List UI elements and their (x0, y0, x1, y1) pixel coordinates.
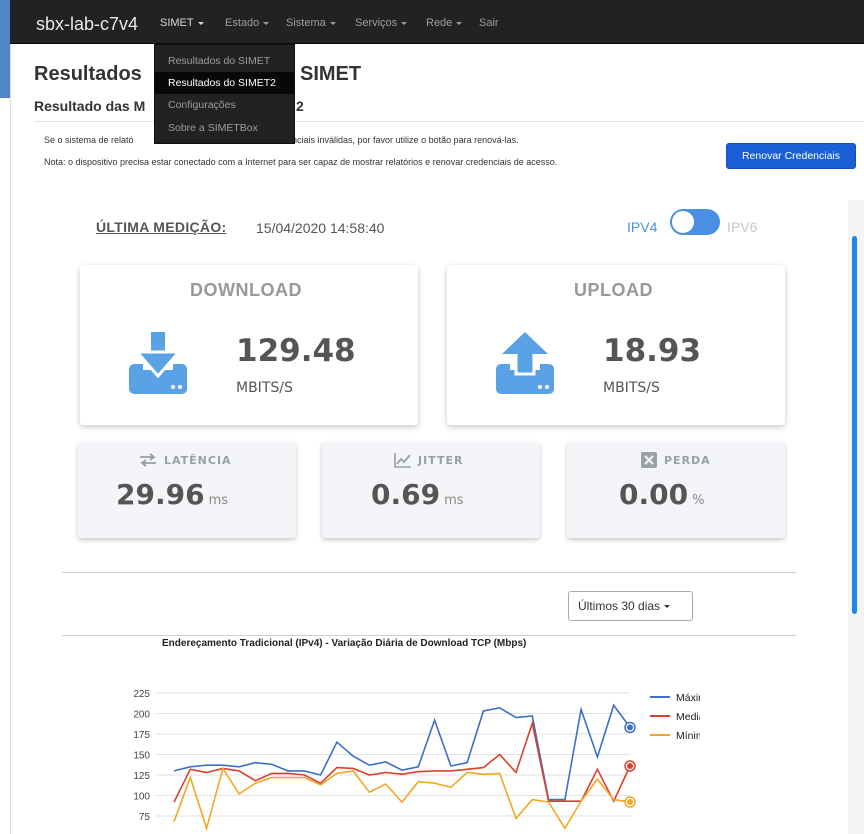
latency-card: LATÊNCIA 29.96 ms (78, 442, 296, 538)
latency-unit: ms (208, 493, 229, 508)
last-measurement-date: 15/04/2020 14:58:40 (256, 220, 385, 236)
download-variation-chart: 225 200 175 150 125 100 75 Máxima Mediana Mínima (133, 689, 700, 832)
nav-estado-label: Estado (225, 17, 260, 29)
jitter-card: JITTER 0.69 ms (322, 442, 540, 538)
upload-card: UPLOAD 18.93 MBITS/S (447, 265, 785, 425)
nav-simet-label: SIMET (160, 17, 194, 29)
jitter-value: 0.69 (371, 478, 441, 511)
menu-item-simet2-results[interactable]: Resultados do SIMET2 (155, 72, 294, 94)
y-tick-label: 225 (133, 689, 150, 700)
nav-sistema-label: Sistema (286, 17, 326, 29)
latency-title: LATÊNCIA (164, 454, 232, 467)
chart-title: Endereçamento Tradicional (IPv4) - Varia… (162, 638, 527, 649)
series-line (173, 720, 631, 804)
exchange-arrows-icon (140, 453, 156, 467)
jitter-unit: ms (444, 493, 464, 508)
upload-unit: MBITS/S (603, 380, 660, 396)
download-value: 129.48 (236, 333, 356, 369)
loss-unit: % (692, 493, 705, 508)
section-divider-2 (62, 635, 796, 636)
loss-title: PERDA (664, 454, 711, 467)
loss-value: 0.00 (619, 478, 689, 511)
page-subtitle-suffix: 2 (296, 98, 304, 114)
chevron-down-icon (263, 21, 270, 25)
brand-title[interactable]: sbx-lab-c7v4 (36, 14, 138, 35)
legend-label: Máxima (676, 692, 700, 704)
y-tick-label: 200 (133, 710, 150, 721)
last-measurement-label-text: ÚLTIMA MEDIÇÃO (96, 219, 222, 235)
upload-title: UPLOAD (574, 280, 653, 300)
download-unit: MBITS/S (236, 380, 293, 396)
nav-rede-label: Rede (426, 17, 453, 29)
period-select-value: Últimos 30 dias (578, 599, 661, 613)
y-tick-label: 175 (133, 730, 150, 741)
menu-item-settings[interactable]: Configurações (155, 94, 294, 116)
download-card: DOWNLOAD 129.48 MBITS/S (80, 265, 418, 425)
latency-value-row: 29.96 ms (116, 478, 228, 511)
credentials-notice-end: enciais inválidas, por favor utilize o b… (287, 135, 519, 145)
jitter-title: JITTER (418, 454, 464, 467)
close-box-icon (641, 452, 657, 468)
y-tick-label: 150 (133, 751, 150, 762)
navbar: sbx-lab-c7v4 SIMET Estado Sistema Serviç… (10, 0, 864, 44)
period-select[interactable]: Últimos 30 dias (568, 591, 693, 621)
internet-notice: Nota: o dispositivo precisa estar conect… (44, 157, 558, 167)
series-end-marker-dot (627, 762, 633, 769)
toggle-knob[interactable] (671, 210, 695, 234)
section-divider (62, 572, 796, 573)
menu-item-about[interactable]: Sobre a SIMETBox (155, 117, 294, 139)
legend-label: Mínima (676, 730, 700, 742)
y-tick-label: 125 (133, 771, 150, 782)
nav-simet[interactable]: SIMET (160, 17, 204, 29)
nav-sistema[interactable]: Sistema (286, 17, 336, 29)
nav-sair[interactable]: Sair (479, 17, 499, 29)
legend-label: Mediana (676, 711, 700, 723)
last-measurement-label: ÚLTIMA MEDIÇÃO: (96, 219, 227, 235)
series-line (173, 703, 631, 801)
ipv4-label: IPV4 (627, 219, 658, 235)
chevron-down-icon (401, 21, 408, 25)
chevron-down-icon (197, 21, 204, 25)
chevron-down-icon (456, 21, 463, 25)
latency-value: 29.96 (116, 478, 205, 511)
y-tick-label: 75 (139, 812, 151, 823)
series-end-marker-dot (627, 799, 633, 806)
nav-servicos-label: Serviços (355, 17, 398, 29)
chevron-down-icon (664, 605, 671, 609)
credentials-notice-start: Se o sistema de relató (44, 135, 134, 145)
nav-rede[interactable]: Rede (426, 17, 463, 29)
page-title: Resultados (34, 63, 142, 85)
upload-value: 18.93 (603, 333, 702, 369)
chart-line-icon (394, 453, 411, 468)
loss-value-row: 0.00% (619, 478, 704, 511)
series-end-marker-dot (627, 724, 633, 731)
y-tick-label: 100 (133, 792, 150, 803)
loss-card: PERDA 0.00% (567, 442, 785, 538)
upload-icon (496, 332, 554, 394)
last-measurement-colon: : (221, 219, 227, 235)
nav-estado[interactable]: Estado (225, 17, 270, 29)
download-title: DOWNLOAD (190, 280, 302, 300)
simet-dropdown-menu: Resultados do SIMET Resultados do SIMET2… (154, 44, 295, 144)
download-icon (129, 332, 187, 394)
jitter-value-row: 0.69 ms (371, 478, 464, 511)
ipv6-label: IPV6 (727, 219, 758, 235)
chevron-down-icon (329, 21, 336, 25)
renew-credentials-button[interactable]: Renovar Credenciais (726, 143, 856, 169)
menu-item-simet-results[interactable]: Resultados do SIMET (155, 50, 294, 72)
series-line (173, 766, 631, 832)
page-title-suffix: SIMET (300, 63, 362, 85)
nav-servicos[interactable]: Serviços (355, 17, 408, 29)
scrollbar-thumb[interactable] (852, 236, 857, 614)
page-subtitle: Resultado das M (34, 98, 146, 114)
